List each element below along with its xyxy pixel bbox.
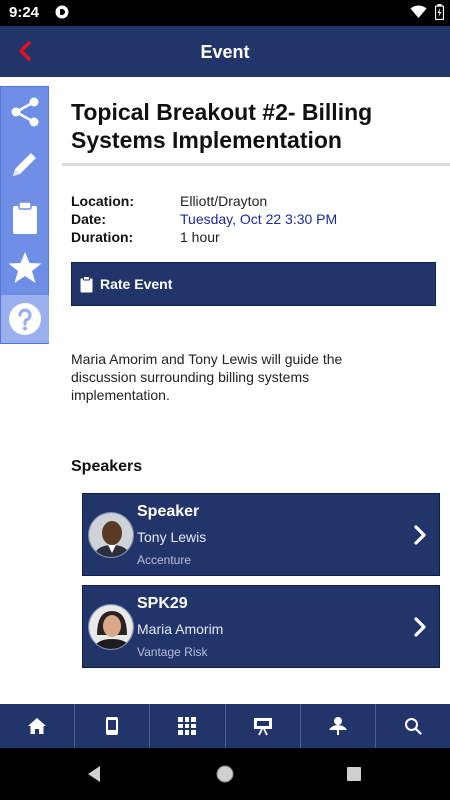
system-back-button[interactable] <box>82 762 106 786</box>
recents-square-icon <box>347 767 361 781</box>
favorite-button[interactable] <box>1 247 49 289</box>
star-icon <box>8 252 42 283</box>
clipboard-icon <box>80 275 93 292</box>
duration-label: Duration: <box>71 229 134 245</box>
status-bar: 9:24 <box>0 0 450 26</box>
duration-value: 1 hour <box>180 229 220 245</box>
avatar <box>88 604 134 650</box>
page-title: Event <box>200 42 250 62</box>
speaker-card-tony-lewis[interactable]: Speaker Tony Lewis Accenture <box>82 493 440 576</box>
nav-presentation[interactable] <box>226 704 301 748</box>
speaker-role: Speaker <box>137 503 200 520</box>
rate-event-button[interactable]: Rate Event <box>71 262 436 306</box>
battery-icon <box>435 4 444 20</box>
title-divider <box>62 163 450 166</box>
network-icon <box>328 717 347 735</box>
qr-code-icon <box>178 717 197 735</box>
speakers-heading: Speakers <box>71 458 143 475</box>
side-action-rail <box>0 86 49 344</box>
wifi-icon <box>410 5 427 18</box>
search-icon <box>404 718 422 735</box>
date-row: Date: Tuesday, Oct 22 3:30 PM <box>71 211 337 229</box>
event-description: Maria Amorim and Tony Lewis will guide t… <box>71 351 343 403</box>
help-button[interactable] <box>1 295 49 343</box>
nav-network[interactable] <box>301 704 376 748</box>
status-time: 9:24 <box>9 4 40 21</box>
speaker-role: SPK29 <box>137 595 188 612</box>
chevron-right-icon <box>414 525 426 545</box>
speaker-company: Vantage Risk <box>137 645 208 659</box>
duration-row: Duration: 1 hour <box>71 229 337 247</box>
event-title: Topical Breakout #2- Billing Systems Imp… <box>71 99 373 153</box>
notification-app-icon <box>55 5 69 19</box>
location-row: Location: Elliott/Drayton <box>71 193 337 211</box>
date-link[interactable]: Tuesday, Oct 22 3:30 PM <box>180 211 337 229</box>
edit-notes-button[interactable] <box>1 143 49 185</box>
bottom-nav <box>0 704 450 748</box>
survey-button[interactable] <box>1 197 49 239</box>
event-details: Location: Elliott/Drayton Date: Tuesday,… <box>71 193 337 247</box>
date-label: Date: <box>71 211 107 227</box>
app-bar: Event <box>0 26 450 77</box>
avatar <box>88 512 134 558</box>
speaker-photo <box>89 605 133 649</box>
device-icon <box>106 717 119 735</box>
back-triangle-icon <box>88 766 100 782</box>
speaker-photo <box>89 513 133 557</box>
system-home-button[interactable] <box>213 762 237 786</box>
nav-search[interactable] <box>376 704 450 748</box>
home-circle-icon <box>216 765 234 783</box>
system-recents-button[interactable] <box>342 762 366 786</box>
nav-device[interactable] <box>75 704 151 748</box>
clipboard-icon <box>13 201 37 234</box>
share-icon <box>11 97 39 127</box>
location-value: Elliott/Drayton <box>180 193 268 209</box>
nav-qr-code[interactable] <box>150 704 226 748</box>
pencil-icon <box>13 153 36 176</box>
home-icon <box>28 718 47 734</box>
nav-home[interactable] <box>0 704 76 748</box>
share-button[interactable] <box>1 91 49 133</box>
system-nav-bar <box>0 748 450 800</box>
chevron-right-icon <box>414 617 426 637</box>
help-icon <box>9 303 41 335</box>
speaker-name: Maria Amorim <box>137 621 224 637</box>
speaker-card-maria-amorim[interactable]: SPK29 Maria Amorim Vantage Risk <box>82 585 440 668</box>
speaker-name: Tony Lewis <box>137 529 207 545</box>
presentation-icon <box>253 718 272 736</box>
location-label: Location: <box>71 193 134 209</box>
speaker-company: Accenture <box>137 553 192 567</box>
rate-event-label: Rate Event <box>100 276 173 292</box>
